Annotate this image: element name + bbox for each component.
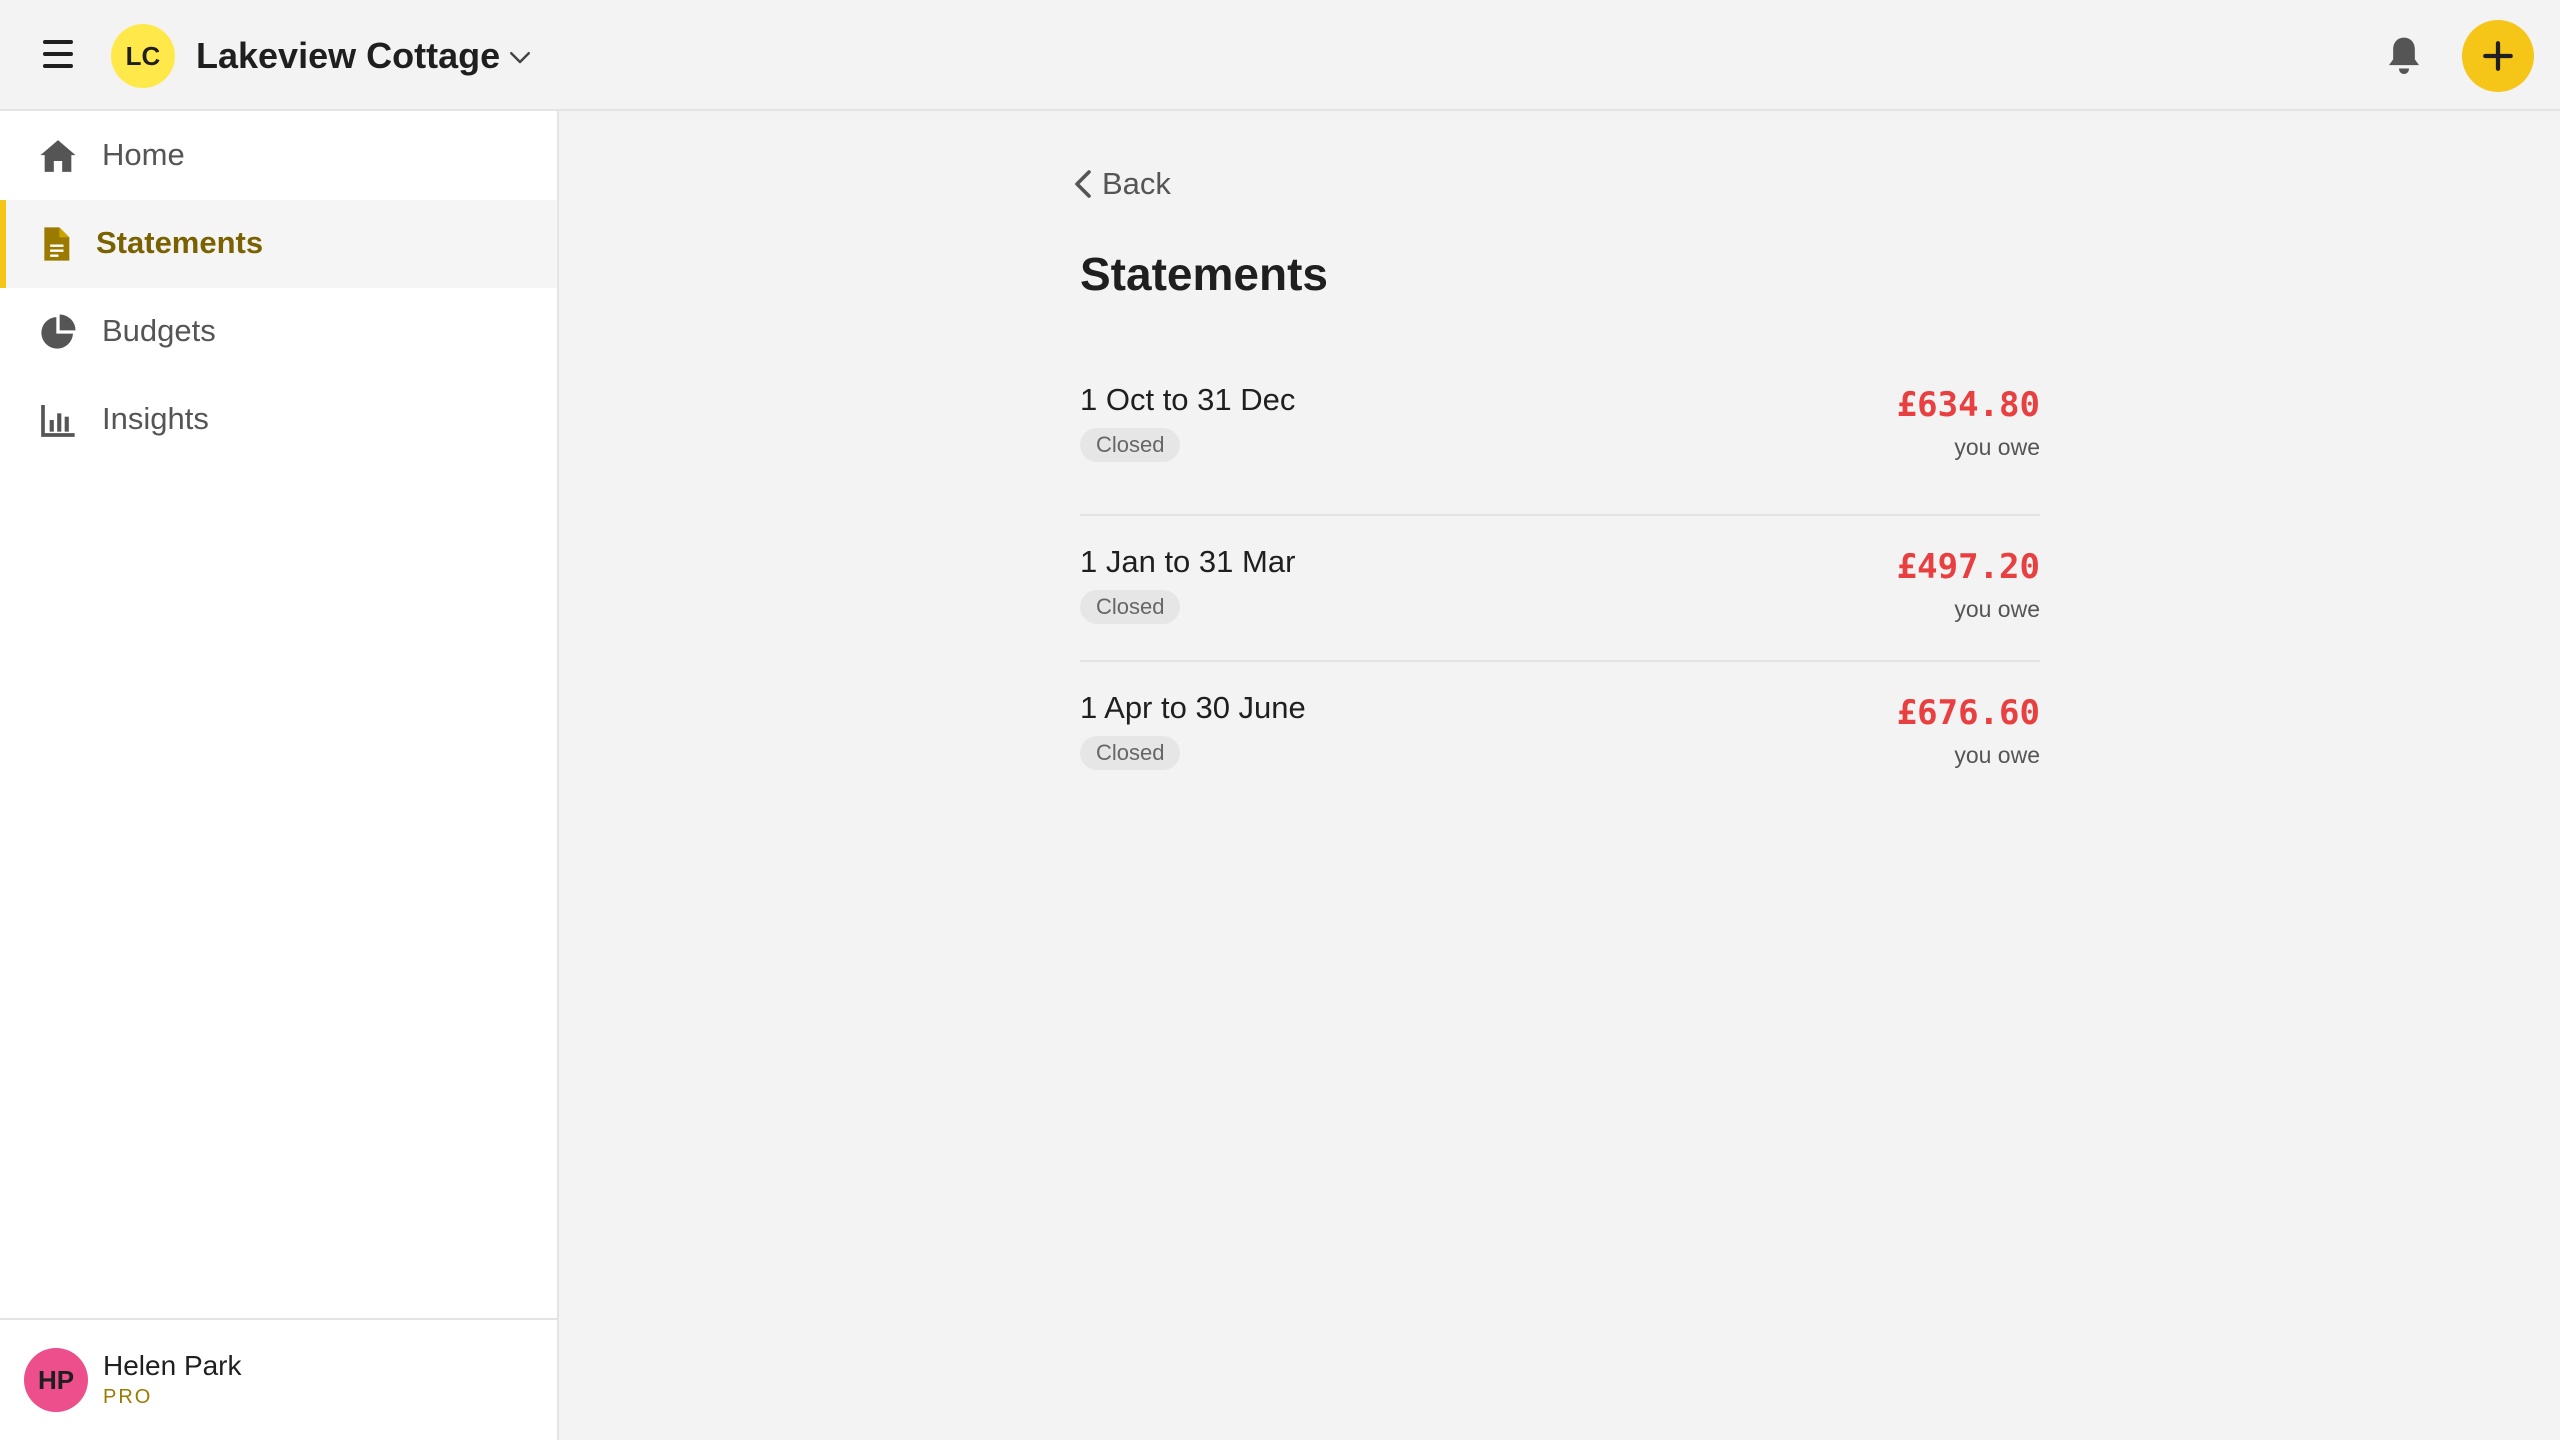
plus-icon <box>2483 41 2513 71</box>
status-badge: Closed <box>1080 736 1181 770</box>
back-label: Back <box>1102 166 1171 201</box>
statement-amount: £497.20 <box>1896 547 2040 587</box>
amount-note: you owe <box>1954 742 2040 768</box>
sidebar-item-label: Statements <box>96 225 264 260</box>
statement-row[interactable]: 1 Jan to 31 Mar Closed £497.20 you owe <box>1080 514 2040 660</box>
statement-row[interactable]: 1 Apr to 30 June Closed £676.60 you owe <box>1080 660 2040 806</box>
chevron-down-icon[interactable] <box>505 42 535 72</box>
home-icon <box>40 140 76 172</box>
page-title: Statements <box>1080 248 1328 300</box>
user-name: Helen Park <box>103 1350 242 1381</box>
amount-note: you owe <box>1954 596 2040 622</box>
hamburger-menu-icon[interactable] <box>38 36 80 74</box>
org-name[interactable]: Lakeview Cottage <box>196 33 500 79</box>
statement-amount: £676.60 <box>1896 693 2040 733</box>
statement-row[interactable]: 1 Oct to 31 Dec Closed £634.80 you owe <box>1080 368 2040 514</box>
amount-note: you owe <box>1954 434 2040 460</box>
sidebar-item-statements[interactable]: Statements <box>0 200 557 288</box>
sidebar: Home Statements Budgets Insights HP Hele… <box>0 111 559 1440</box>
top-bar: LC Lakeview Cottage <box>0 0 2560 111</box>
sidebar-item-label: Insights <box>102 401 209 436</box>
org-avatar[interactable]: LC <box>111 24 175 88</box>
chevron-left-icon <box>1075 170 1091 198</box>
statement-period: 1 Apr to 30 June <box>1080 690 1306 725</box>
user-profile[interactable]: HP Helen Park PRO <box>0 1318 557 1440</box>
status-badge: Closed <box>1080 590 1181 624</box>
sidebar-item-home[interactable]: Home <box>0 112 557 200</box>
statement-list: 1 Oct to 31 Dec Closed £634.80 you owe 1… <box>1080 368 2040 806</box>
bar-chart-icon <box>41 405 75 437</box>
sidebar-item-label: Home <box>102 137 185 172</box>
plan-badge: PRO <box>103 1386 153 1408</box>
avatar: HP <box>24 1348 88 1412</box>
document-icon <box>44 227 70 261</box>
status-badge: Closed <box>1080 428 1181 462</box>
add-button[interactable] <box>2462 20 2534 92</box>
statement-amount: £634.80 <box>1896 385 2040 425</box>
sidebar-item-label: Budgets <box>102 313 216 348</box>
bell-icon[interactable] <box>2384 34 2424 78</box>
statement-period: 1 Jan to 31 Mar <box>1080 544 1296 579</box>
statement-period: 1 Oct to 31 Dec <box>1080 382 1296 417</box>
back-button[interactable]: Back <box>1072 164 1171 204</box>
sidebar-item-insights[interactable]: Insights <box>0 376 557 464</box>
pie-chart-icon <box>41 314 76 349</box>
sidebar-item-budgets[interactable]: Budgets <box>0 288 557 376</box>
